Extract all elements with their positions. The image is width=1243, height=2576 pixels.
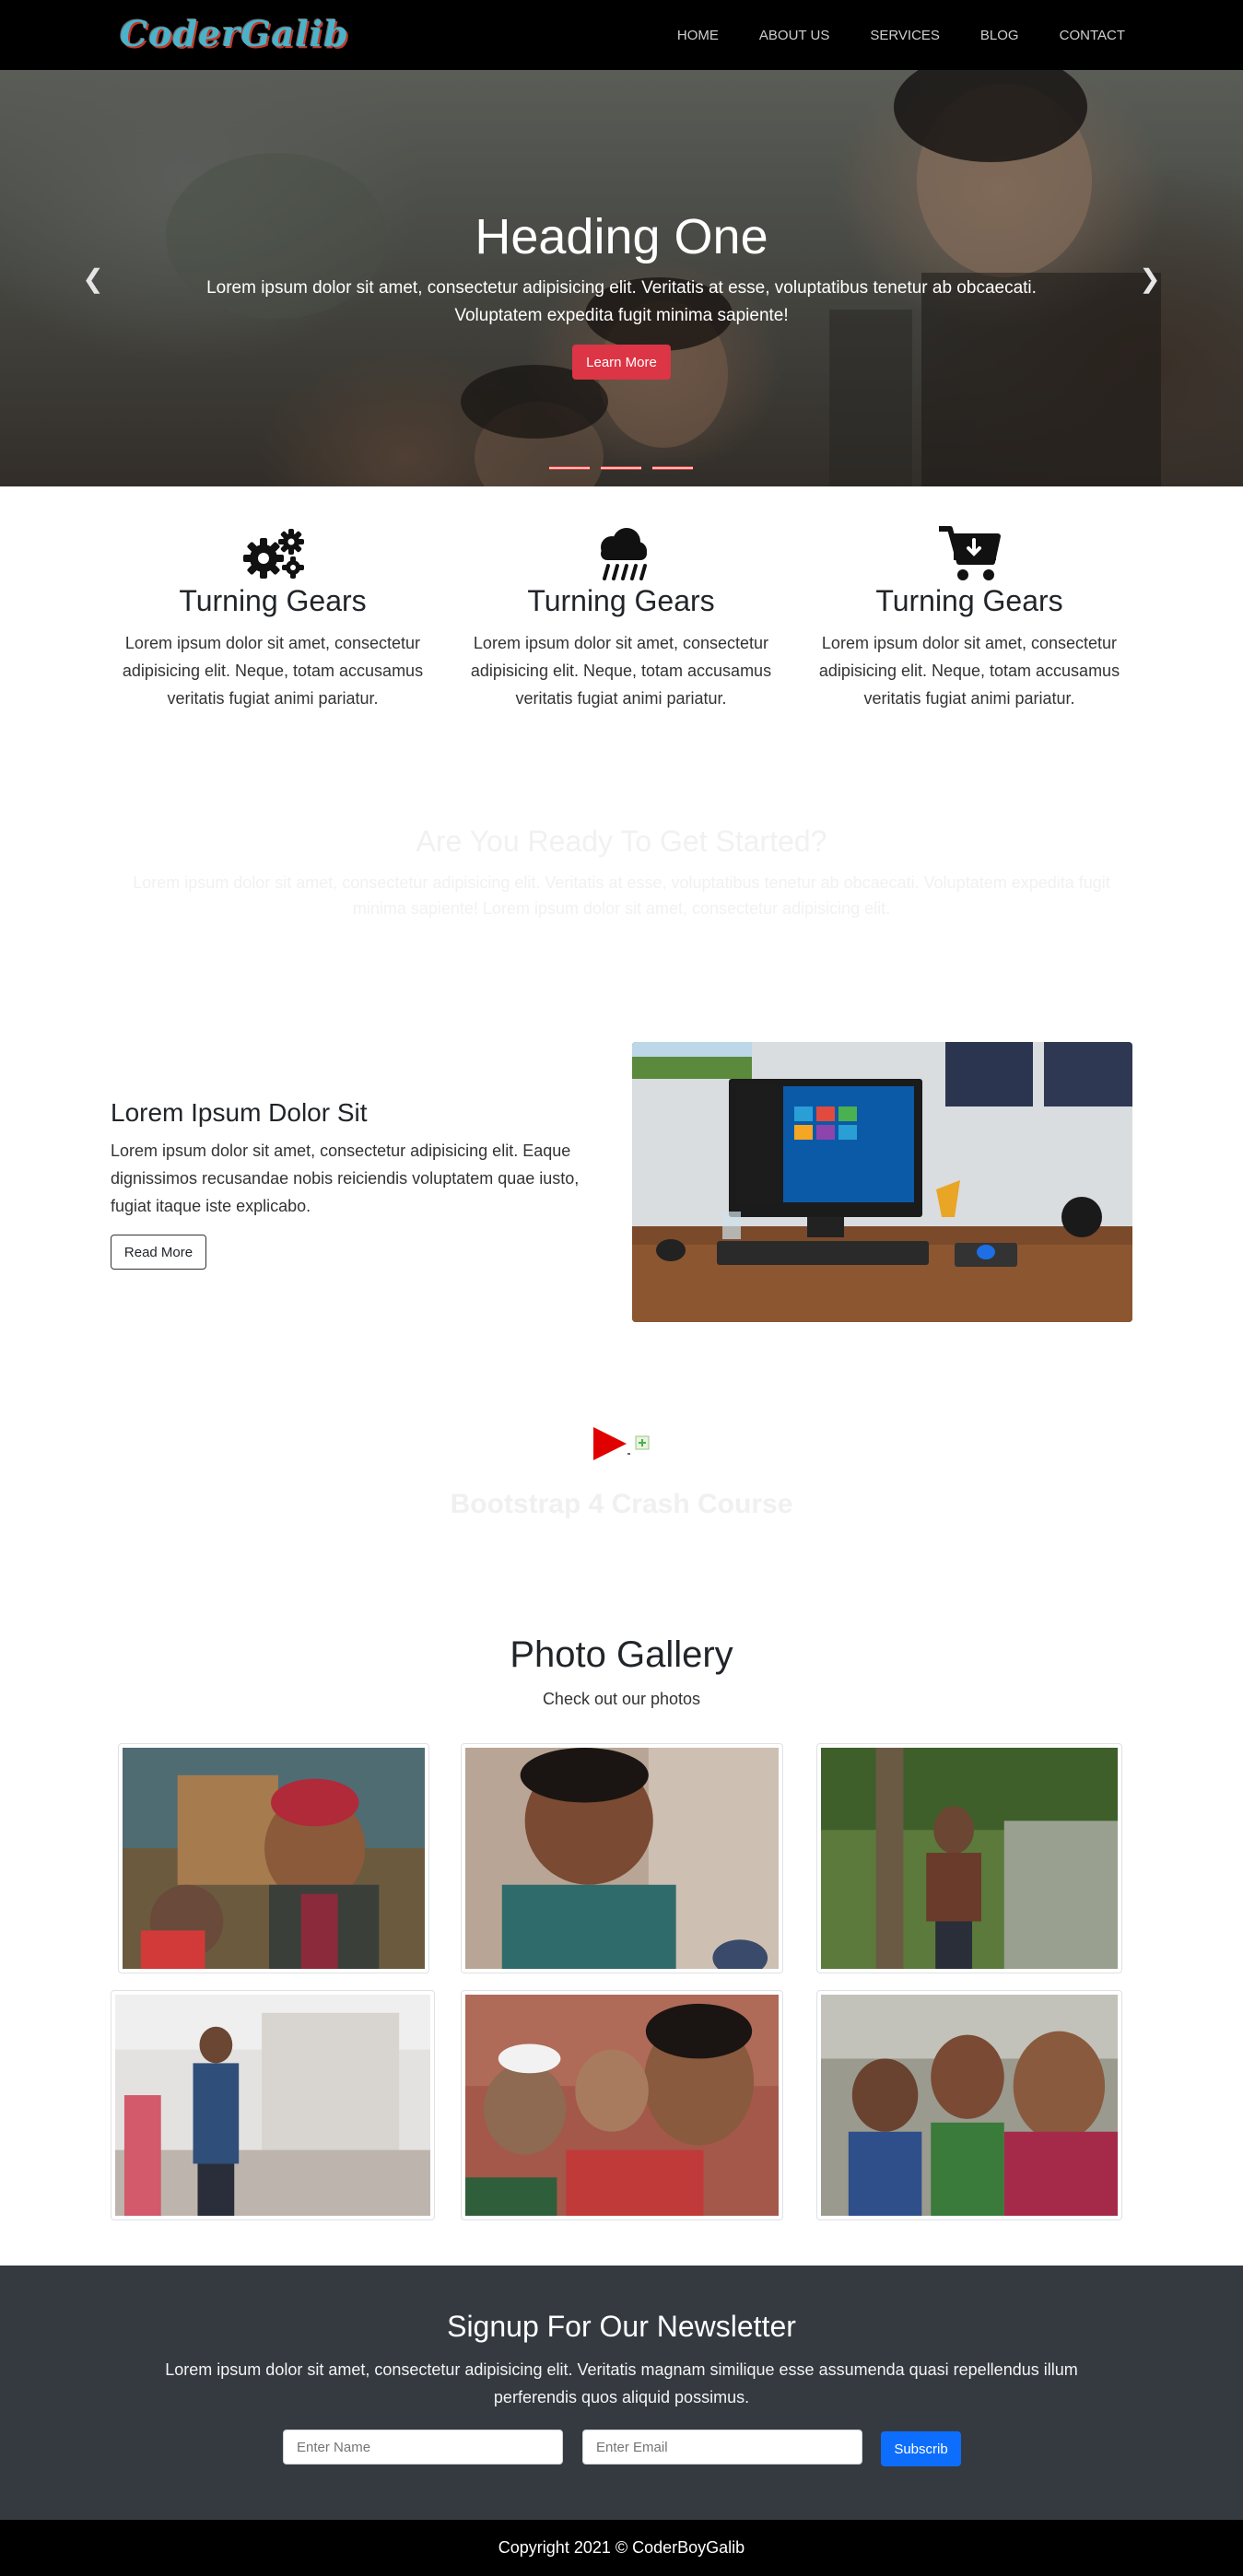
info-title: Lorem Ipsum Dolor Sit: [111, 1098, 368, 1127]
get-started-section: Are You Ready To Get Started? Lorem ipsu…: [0, 825, 1243, 921]
newsletter-text: Lorem ipsum dolor sit amet, consectetur …: [165, 2360, 1078, 2406]
feature-card-1: Turning Gears Lorem ipsum dolor sit amet…: [107, 525, 439, 712]
feature-card-3: Turning Gears Lorem ipsum dolor sit amet…: [803, 525, 1135, 712]
carousel-indicator-2[interactable]: [601, 466, 641, 470]
feature-title-2: Turning Gears: [527, 584, 715, 617]
brand-logo[interactable]: CoderGalib: [120, 13, 349, 54]
newsletter-section: Signup For Our Newsletter Lorem ipsum do…: [0, 2266, 1243, 2520]
footer: Copyright 2021 © CoderBoyGalib: [0, 2520, 1243, 2576]
learn-more-button[interactable]: Learn More: [572, 345, 671, 380]
gears-icon: [243, 529, 304, 579]
nav-link-services[interactable]: SERVICES: [870, 28, 940, 43]
copyright-text: Copyright 2021 © CoderBoyGalib: [498, 2538, 745, 2557]
feature-text-1: Lorem ipsum dolor sit amet, consectetur …: [122, 634, 424, 708]
cloud-rain-icon: [601, 528, 647, 580]
carousel-indicators: [549, 466, 693, 470]
gallery-subtitle: Check out our photos: [542, 1690, 701, 1708]
gallery-photo-3[interactable]: [816, 1743, 1122, 1973]
play-icon[interactable]: [590, 1425, 652, 1462]
email-input[interactable]: [582, 2430, 862, 2465]
nav-link-about[interactable]: ABOUT US: [759, 28, 829, 43]
hero-carousel: Heading One Lorem ipsum dolor sit amet, …: [0, 70, 1243, 486]
hero-text: Lorem ipsum dolor sit amet, consectetur …: [206, 278, 1037, 325]
feature-title-1: Turning Gears: [179, 584, 367, 617]
gallery-photo-4[interactable]: [111, 1990, 435, 2220]
gallery-title: Photo Gallery: [510, 1634, 733, 1675]
info-text: Lorem ipsum dolor sit amet, consectetur …: [111, 1142, 580, 1215]
get-started-title: Are You Ready To Get Started?: [416, 825, 827, 858]
navbar: CoderGalib HOME ABOUT US SERVICES BLOG C…: [0, 0, 1243, 70]
get-started-text: Lorem ipsum dolor sit amet, consectetur …: [133, 873, 1110, 918]
video-title: Bootstrap 4 Crash Course: [450, 1489, 793, 1519]
subscribe-button[interactable]: Subscrib: [881, 2431, 961, 2466]
carousel-indicator-1[interactable]: [549, 466, 590, 470]
hero-heading: Heading One: [475, 209, 768, 264]
cart-download-icon: [939, 526, 1001, 580]
gallery-photo-2[interactable]: [461, 1743, 783, 1976]
desk-computer-image: [632, 1042, 1132, 1322]
chevron-left-icon[interactable]: ❮: [79, 263, 107, 294]
carousel-indicator-3[interactable]: [652, 466, 693, 470]
newsletter-title: Signup For Our Newsletter: [447, 2310, 796, 2343]
feature-card-2: Turning Gears Lorem ipsum dolor sit amet…: [455, 525, 787, 712]
feature-text-2: Lorem ipsum dolor sit amet, consectetur …: [470, 634, 772, 708]
chevron-right-icon[interactable]: ❯: [1136, 263, 1164, 294]
nav-link-home[interactable]: HOME: [677, 28, 719, 43]
gallery-photo-6[interactable]: [816, 1990, 1122, 2220]
feature-text-3: Lorem ipsum dolor sit amet, consectetur …: [818, 634, 1120, 708]
gallery-photo-5[interactable]: [461, 1990, 783, 2220]
gallery-photo-1[interactable]: [118, 1743, 429, 1973]
name-input[interactable]: [283, 2430, 563, 2465]
feature-title-3: Turning Gears: [875, 584, 1063, 617]
nav-link-contact[interactable]: CONTACT: [1060, 28, 1125, 43]
read-more-button[interactable]: Read More: [111, 1235, 206, 1270]
nav-link-blog[interactable]: BLOG: [980, 28, 1019, 43]
nav-menu: HOME ABOUT US SERVICES BLOG CONTACT: [637, 28, 1125, 43]
